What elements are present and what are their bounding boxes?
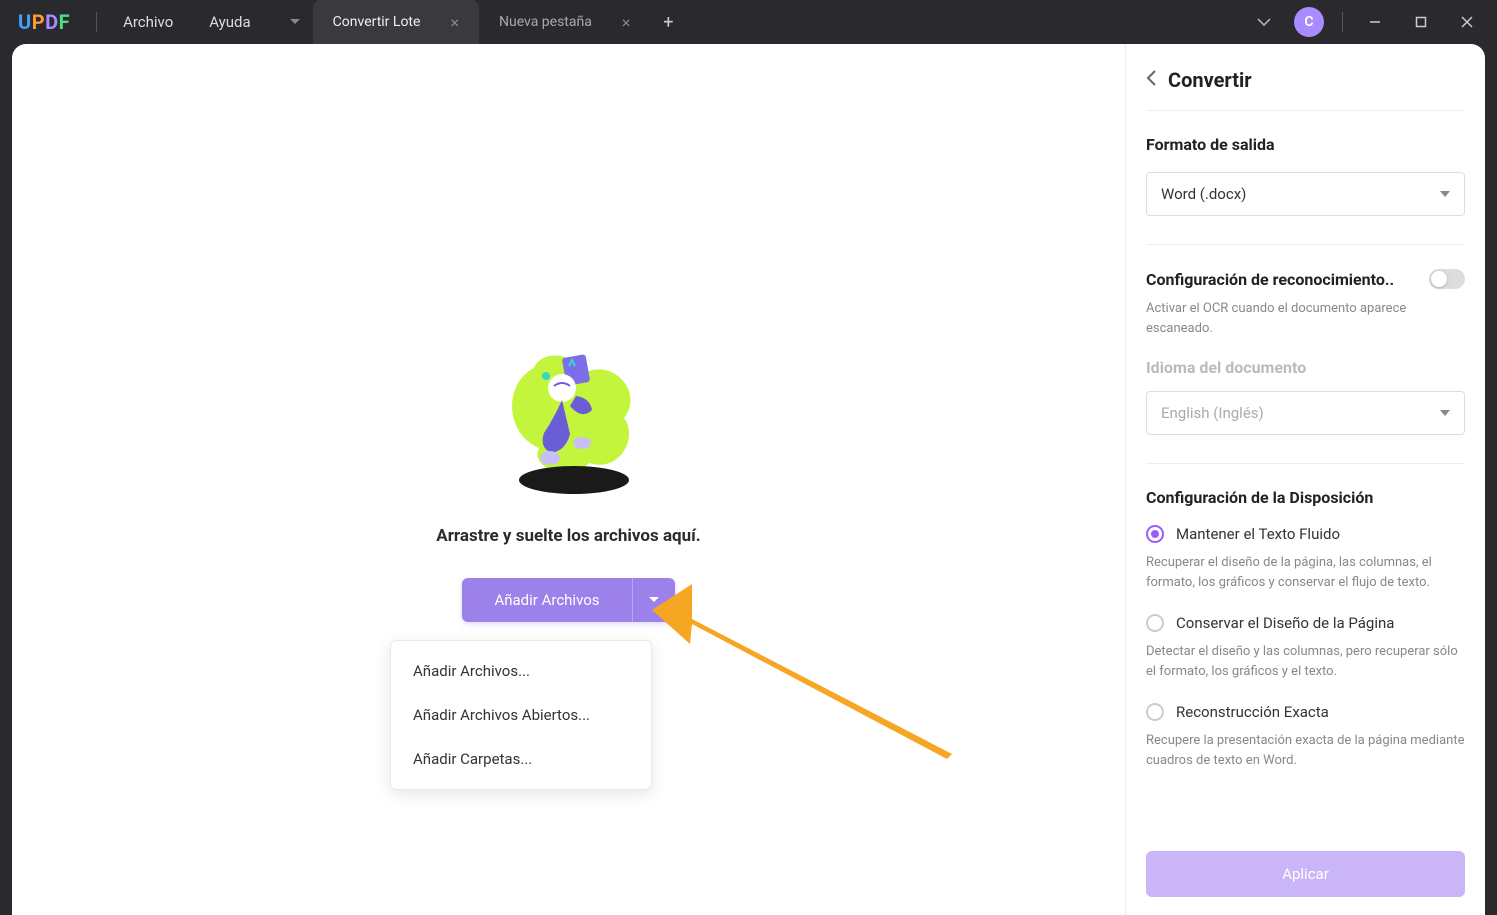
radio-label: Reconstrucción Exacta bbox=[1176, 703, 1329, 721]
select-value: Word (.docx) bbox=[1161, 185, 1246, 203]
ocr-row: Configuración de reconocimiento.. bbox=[1146, 269, 1465, 289]
radio-flowing[interactable] bbox=[1146, 525, 1164, 543]
caret-down-icon bbox=[649, 597, 659, 603]
radio-exact[interactable] bbox=[1146, 703, 1164, 721]
caret-down-icon bbox=[1440, 410, 1450, 416]
annotation-arrow-icon bbox=[652, 574, 972, 764]
app-logo: UPDF bbox=[0, 10, 88, 34]
tab-new[interactable]: Nueva pestaña × bbox=[479, 0, 650, 44]
main-area: Arrastre y suelte los archivos aquí. Aña… bbox=[12, 44, 1125, 915]
output-format-label: Formato de salida bbox=[1146, 135, 1465, 154]
back-button[interactable] bbox=[1146, 70, 1156, 90]
sidebar-title: Convertir bbox=[1168, 68, 1252, 92]
document-language-select[interactable]: English (Inglés) bbox=[1146, 391, 1465, 435]
close-icon[interactable]: × bbox=[622, 13, 631, 32]
convert-sidebar: Convertir Formato de salida Word (.docx)… bbox=[1125, 44, 1485, 915]
divider bbox=[1146, 463, 1465, 464]
tab-row: Convertir Lote × Nueva pestaña × + bbox=[281, 0, 1244, 44]
radio-desc: Detectar el diseño y las columnas, pero … bbox=[1146, 642, 1465, 681]
sidebar-header: Convertir bbox=[1146, 68, 1465, 92]
add-tab-button[interactable]: + bbox=[650, 4, 686, 40]
tab-label: Convertir Lote bbox=[333, 14, 421, 30]
radio-label: Mantener el Texto Fluido bbox=[1176, 525, 1340, 543]
menu-item-add-open-files[interactable]: Añadir Archivos Abiertos... bbox=[391, 693, 651, 737]
menu-file[interactable]: Archivo bbox=[105, 13, 191, 31]
divider bbox=[1146, 110, 1465, 111]
ocr-toggle[interactable] bbox=[1429, 269, 1465, 289]
menu-item-add-folders[interactable]: Añadir Carpetas... bbox=[391, 737, 651, 781]
dropzone-text: Arrastre y suelte los archivos aquí. bbox=[436, 526, 700, 546]
chevron-left-icon bbox=[1146, 70, 1156, 86]
titlebar: UPDF Archivo Ayuda Convertir Lote × Nuev… bbox=[0, 0, 1497, 44]
close-icon[interactable]: × bbox=[450, 13, 459, 32]
ocr-label: Configuración de reconocimiento.. bbox=[1146, 270, 1394, 289]
radio-label: Conservar el Diseño de la Página bbox=[1176, 614, 1394, 632]
tab-list-dropdown-icon[interactable] bbox=[281, 8, 309, 36]
close-button[interactable] bbox=[1445, 2, 1489, 42]
add-files-dropdown-menu: Añadir Archivos... Añadir Archivos Abier… bbox=[390, 640, 652, 790]
caret-down-icon bbox=[1440, 191, 1450, 197]
document-language-label: Idioma del documento bbox=[1146, 358, 1465, 377]
add-files-button-group: Añadir Archivos bbox=[462, 578, 674, 622]
menu-help[interactable]: Ayuda bbox=[191, 13, 268, 31]
layout-radio-group: Mantener el Texto Fluido Recuperar el di… bbox=[1146, 525, 1465, 770]
radio-desc: Recupere la presentación exacta de la pá… bbox=[1146, 731, 1465, 770]
avatar[interactable]: C bbox=[1294, 7, 1324, 37]
radio-row-flowing[interactable]: Mantener el Texto Fluido bbox=[1146, 525, 1465, 543]
divider bbox=[1146, 244, 1465, 245]
radio-row-preserve[interactable]: Conservar el Diseño de la Página bbox=[1146, 614, 1465, 632]
divider bbox=[96, 12, 97, 32]
select-value: English (Inglés) bbox=[1161, 404, 1264, 422]
layout-config-label: Configuración de la Disposición bbox=[1146, 488, 1465, 507]
add-files-dropdown-toggle[interactable] bbox=[633, 578, 675, 622]
maximize-button[interactable] bbox=[1399, 2, 1443, 42]
divider bbox=[1342, 12, 1343, 32]
workspace: Arrastre y suelte los archivos aquí. Aña… bbox=[12, 44, 1485, 915]
window-controls: C bbox=[1244, 2, 1497, 42]
tab-convert-batch[interactable]: Convertir Lote × bbox=[313, 0, 479, 44]
apply-bar: Aplicar bbox=[1126, 833, 1485, 915]
chevron-down-icon[interactable] bbox=[1244, 2, 1284, 42]
radio-row-exact[interactable]: Reconstrucción Exacta bbox=[1146, 703, 1465, 721]
radio-preserve[interactable] bbox=[1146, 614, 1164, 632]
apply-button[interactable]: Aplicar bbox=[1146, 851, 1465, 897]
output-format-select[interactable]: Word (.docx) bbox=[1146, 172, 1465, 216]
menu-item-add-files[interactable]: Añadir Archivos... bbox=[391, 649, 651, 693]
tab-label: Nueva pestaña bbox=[499, 14, 592, 30]
ocr-description: Activar el OCR cuando el documento apare… bbox=[1146, 299, 1465, 338]
radio-desc: Recuperar el diseño de la página, las co… bbox=[1146, 553, 1465, 592]
dropzone-illustration bbox=[484, 338, 654, 498]
minimize-button[interactable] bbox=[1353, 2, 1397, 42]
add-files-button[interactable]: Añadir Archivos bbox=[462, 578, 632, 622]
